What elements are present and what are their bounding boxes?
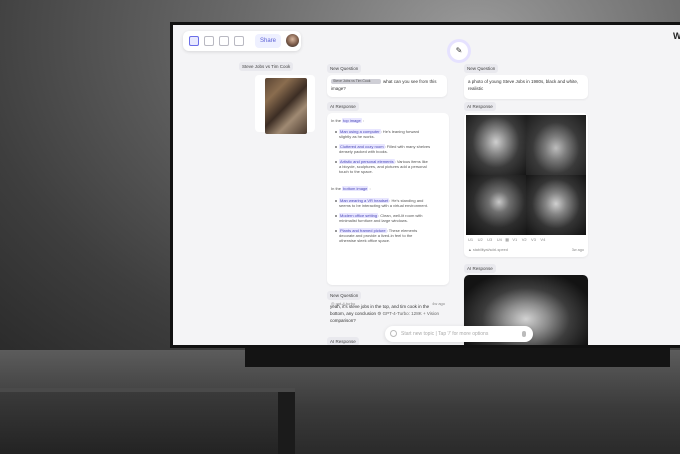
thread-title[interactable]: Steve Jobs vs Tim Cook — [239, 62, 294, 71]
new-topic-input[interactable]: Start new topic | Tap '/' for more optio… — [385, 326, 533, 342]
new-question-label-2: New Question — [327, 291, 362, 300]
thread-chip[interactable]: Steve Jobs vs Tim Cook — [331, 79, 381, 84]
prompt-placeholder: Start new topic | Tap '/' for more optio… — [401, 331, 489, 337]
thread-thumbnail[interactable] — [255, 75, 315, 134]
variant-tab[interactable]: U3 — [487, 237, 492, 242]
top-image-intro: In the top image : — [331, 118, 364, 123]
ai-response-card: In the top image : Man using a computer:… — [327, 113, 449, 306]
variant-tab[interactable]: U4 — [497, 237, 502, 242]
question-text: what can you see from this — [383, 79, 437, 84]
list-item: Cluttered and cozy room: Filled with man… — [339, 144, 431, 154]
list-item: Man using a computer: He's leaning forwa… — [339, 129, 420, 139]
generated-image-4[interactable] — [526, 175, 586, 235]
variant-tab[interactable]: U1 — [468, 237, 473, 242]
ai-response-label-2: AI Response — [327, 337, 359, 345]
share-button[interactable]: Share — [255, 34, 281, 48]
variant-tab[interactable]: V2 — [522, 237, 527, 242]
panel-icon[interactable] — [219, 36, 229, 46]
right-ai-response-label: AI Response — [464, 102, 496, 111]
right-question-card[interactable]: a photo of young Steve Jobs in 1980s, bl… — [464, 75, 588, 99]
right-ai-response-label-2: AI Response — [464, 264, 496, 273]
thumbnail-image — [265, 78, 307, 134]
list-item: Plants and framed picture: These element… — [339, 228, 418, 243]
image-time: 3w ago — [571, 248, 584, 252]
generated-image-2[interactable] — [526, 115, 586, 175]
variant-tab[interactable]: V1 — [512, 237, 517, 242]
layout-icon[interactable] — [204, 36, 214, 46]
variant-tab[interactable]: U2 — [478, 237, 483, 242]
variant-tab[interactable]: V4 — [540, 237, 545, 242]
list-item: Man wearing a VR headset: He's standing … — [339, 198, 428, 208]
tv-stand — [245, 345, 670, 367]
new-topic-icon — [390, 330, 397, 337]
variant-tabs: U1 U2 U3 U4 ▦ V1 V2 V3 V4 — [468, 237, 545, 242]
right-new-question-label: New Question — [464, 64, 499, 73]
list-item: Modern office setting: Clean, well-lit r… — [339, 213, 423, 223]
new-question-label: New Question — [327, 64, 362, 73]
generated-image-3[interactable] — [466, 175, 526, 235]
corner-text: W — [673, 31, 680, 41]
generated-image-1[interactable] — [466, 115, 526, 175]
refresh-icon[interactable]: ▦ — [505, 237, 509, 242]
magic-wand-icon[interactable]: ✎ — [450, 42, 468, 60]
avatar[interactable] — [286, 34, 299, 47]
ai-response-label: AI Response — [327, 102, 359, 111]
question-text-line2: image? — [331, 86, 346, 91]
question-2-line2: bottom, any conclusion ⚙ GPT-4-Turbo: 12… — [330, 311, 439, 316]
top-toolbar: Share — [183, 31, 301, 51]
copy-icon[interactable] — [234, 36, 244, 46]
question-2-line1: yeah, it's steve jobs in the top, and ti… — [330, 304, 430, 309]
right-question-line1: a photo of young Steve Jobs in 1980s, bl… — [468, 79, 579, 84]
image-source: ▲ stabilityai/sdxl-speed — [468, 248, 508, 252]
app-screen: Share ✎ W Steve Jobs vs Tim Cook New Que… — [173, 25, 680, 345]
right-question-line2: realistic — [468, 86, 484, 91]
microphone-icon[interactable] — [522, 331, 526, 337]
generated-images-card: U1 U2 U3 U4 ▦ V1 V2 V3 V4 ▲ stabilityai/… — [464, 113, 588, 257]
question-2-line3: comparison? — [330, 318, 356, 323]
bottom-image-intro: In the bottom image : — [331, 186, 371, 191]
cabinet — [0, 392, 295, 454]
sidebar-toggle-icon[interactable] — [189, 36, 199, 46]
variant-tab[interactable]: V3 — [531, 237, 536, 242]
question-card[interactable]: Steve Jobs vs Tim Cook what can you see … — [327, 75, 447, 97]
cabinet-side — [278, 392, 295, 454]
list-item: Artistic and personal elements: Various … — [339, 159, 428, 174]
